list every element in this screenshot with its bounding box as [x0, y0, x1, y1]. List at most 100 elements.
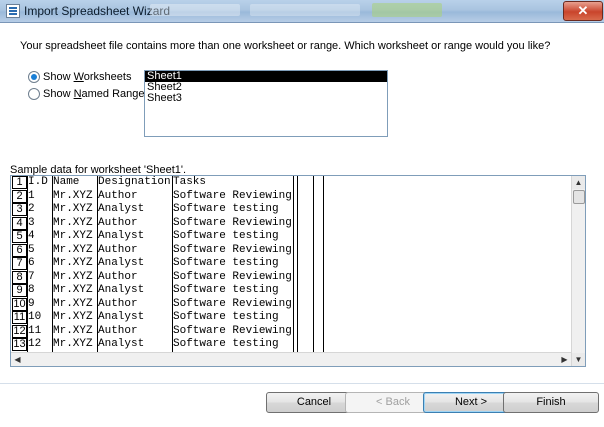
- column-separator: [313, 176, 314, 353]
- taskbar-blur: [250, 4, 360, 16]
- table-cell: Name: [53, 176, 80, 188]
- table-cell: Mr.XYZ: [53, 270, 93, 283]
- row-number: 10: [12, 297, 27, 311]
- row-number: 11: [12, 311, 27, 324]
- table-cell: Mr.XYZ: [53, 230, 93, 242]
- table-cell: Software Reviewing: [173, 216, 292, 229]
- show-named-ranges-radio[interactable]: [28, 88, 40, 100]
- app-icon: [6, 4, 20, 18]
- row-number: 12: [12, 324, 27, 338]
- show-worksheets-label[interactable]: Show Worksheets: [43, 71, 131, 83]
- show-worksheets-radio[interactable]: [28, 71, 40, 83]
- table-cell: 7: [28, 270, 35, 283]
- table-cell: 1: [28, 189, 35, 202]
- vertical-scrollbar[interactable]: ▲ ▼: [571, 176, 585, 366]
- scroll-up-arrow-icon[interactable]: ▲: [572, 176, 585, 189]
- scroll-right-arrow-icon[interactable]: ▶: [558, 353, 571, 366]
- table-cell: 11: [28, 324, 42, 337]
- table-cell: Mr.XYZ: [53, 324, 93, 337]
- table-cell: 9: [28, 297, 35, 310]
- table-cell: 10: [28, 311, 42, 323]
- row-number: 9: [12, 284, 27, 297]
- row-number: 5: [12, 230, 27, 243]
- row-number: 3: [12, 203, 27, 216]
- taskbar-blur: [150, 4, 240, 16]
- table-cell: Software Reviewing: [173, 243, 292, 256]
- table-row: 2 1 Mr.XYZ Author Software Reviewing: [11, 189, 571, 203]
- table-row: 1 I.D Name Designation Tasks: [11, 176, 571, 189]
- table-cell: Software testing: [173, 338, 279, 350]
- table-cell: Software testing: [173, 311, 279, 323]
- table-cell: Mr.XYZ: [53, 284, 93, 296]
- scroll-down-arrow-icon[interactable]: ▼: [572, 353, 585, 366]
- show-named-ranges-label[interactable]: Show Named Ranges: [43, 88, 150, 100]
- table-cell: 2: [28, 203, 35, 215]
- table-cell: Mr.XYZ: [53, 216, 93, 229]
- vertical-scroll-thumb[interactable]: [573, 190, 585, 204]
- table-cell: Mr.XYZ: [53, 311, 93, 323]
- table-row: 11 10 Mr.XYZ Analyst Software testing: [11, 311, 571, 324]
- table-cell: Author: [98, 243, 138, 256]
- sheet-item-sheet3[interactable]: Sheet3: [145, 93, 387, 104]
- table-cell: Mr.XYZ: [53, 243, 93, 256]
- table-cell: Software Reviewing: [173, 189, 292, 202]
- table-cell: Mr.XYZ: [53, 297, 93, 310]
- table-cell: Author: [98, 324, 138, 337]
- sample-data-grid[interactable]: 1 I.D Name Designation Tasks 2 1 Mr.XYZ Author So…: [10, 175, 586, 367]
- table-cell: Software testing: [173, 203, 279, 215]
- table-cell: 4: [28, 230, 35, 242]
- wizard-prompt: Your spreadsheet file contains more than…: [20, 40, 551, 52]
- table-row: 6 5 Mr.XYZ Author Software Reviewing: [11, 243, 571, 257]
- table-cell: Mr.XYZ: [53, 338, 93, 350]
- table-row: 12 11 Mr.XYZ Author Software Reviewing: [11, 324, 571, 338]
- column-separator: [97, 176, 98, 353]
- show-worksheets-option[interactable]: Show Worksheets: [28, 70, 131, 84]
- scroll-left-arrow-icon[interactable]: ◀: [11, 353, 24, 366]
- footer-divider: [0, 383, 604, 384]
- grid-body: 1 I.D Name Designation Tasks 2 1 Mr.XYZ Author So…: [11, 176, 571, 365]
- row-number: 7: [12, 257, 27, 270]
- table-cell: Software Reviewing: [173, 324, 292, 337]
- row-number: 13: [12, 338, 27, 351]
- column-separator: [27, 176, 28, 353]
- table-row: 10 9 Mr.XYZ Author Software Reviewing: [11, 297, 571, 311]
- column-separator: [323, 176, 324, 353]
- table-cell: Analyst: [98, 311, 145, 323]
- table-cell: Software testing: [173, 284, 279, 296]
- table-cell: Software testing: [173, 257, 279, 269]
- table-cell: 6: [28, 257, 35, 269]
- table-cell: Mr.XYZ: [53, 189, 93, 202]
- table-cell: 8: [28, 284, 35, 296]
- table-cell: Analyst: [98, 284, 145, 296]
- title-bar: Import Spreadsheet Wizard ✕: [0, 0, 604, 23]
- horizontal-scrollbar[interactable]: ◀ ▶: [11, 352, 571, 366]
- table-cell: Software Reviewing: [173, 297, 292, 310]
- table-row: 4 3 Mr.XYZ Author Software Reviewing: [11, 216, 571, 230]
- close-button[interactable]: ✕: [563, 1, 603, 21]
- table-cell: 12: [28, 338, 42, 350]
- table-row: 3 2 Mr.XYZ Analyst Software testing: [11, 203, 571, 216]
- table-row: 9 8 Mr.XYZ Analyst Software testing: [11, 284, 571, 297]
- table-cell: 3: [28, 216, 35, 229]
- show-named-ranges-option[interactable]: Show Named Ranges: [28, 87, 150, 101]
- table-cell: Software testing: [173, 230, 279, 242]
- row-number: 2: [12, 189, 27, 203]
- finish-button[interactable]: Finish: [503, 392, 599, 413]
- worksheet-listbox[interactable]: Sheet1 Sheet2 Sheet3: [144, 70, 388, 137]
- table-row: 7 6 Mr.XYZ Analyst Software testing: [11, 257, 571, 270]
- window-title: Import Spreadsheet Wizard: [24, 4, 171, 18]
- column-separator: [52, 176, 53, 353]
- table-cell: Author: [98, 297, 138, 310]
- table-cell: Mr.XYZ: [53, 257, 93, 269]
- table-cell: 5: [28, 243, 35, 256]
- table-cell: Author: [98, 270, 138, 283]
- table-row: 13 12 Mr.XYZ Analyst Software testing: [11, 338, 571, 351]
- table-cell: Analyst: [98, 257, 145, 269]
- row-number: 1: [12, 176, 27, 189]
- column-separator: [172, 176, 173, 353]
- table-cell: Mr.XYZ: [53, 203, 93, 215]
- row-number: 8: [12, 270, 27, 284]
- table-cell: Tasks: [173, 176, 207, 188]
- table-cell: Software Reviewing: [173, 270, 292, 283]
- row-number: 4: [12, 216, 27, 230]
